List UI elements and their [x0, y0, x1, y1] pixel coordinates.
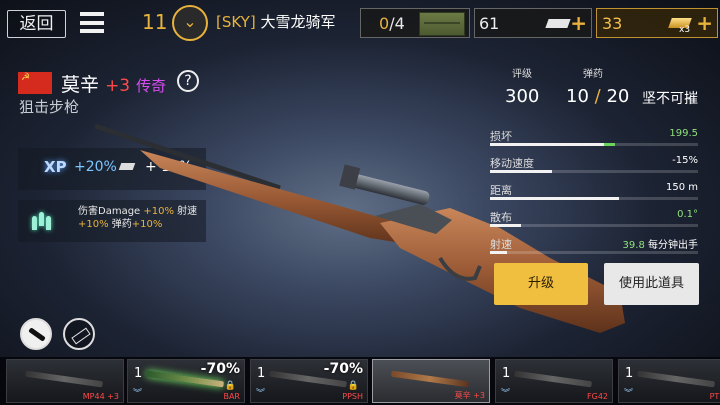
- rank-chevron-icon: ︾: [624, 389, 634, 399]
- weapon-card[interactable]: 莫辛 +3: [372, 359, 490, 403]
- durability-status: 坚不可摧: [642, 91, 698, 107]
- add-gold-icon[interactable]: +: [696, 11, 713, 35]
- player-nickname: 大雪龙骑军: [260, 13, 336, 31]
- stat-label: 射速: [490, 238, 512, 251]
- stat-label: 移动速度: [490, 157, 534, 170]
- gold-count: 33: [602, 14, 623, 33]
- lock-icon: 🔒: [224, 381, 236, 391]
- ammo-count: 61: [479, 14, 500, 33]
- ammo-label: 弹药: [583, 69, 603, 80]
- stat-value: 0.1°: [677, 209, 698, 220]
- rank-chevron-icon: ︾: [133, 389, 143, 399]
- back-button[interactable]: 返回: [7, 10, 66, 38]
- weapon-quantity: 1: [134, 366, 143, 381]
- weapon-name: 莫辛: [61, 74, 100, 96]
- weapon-card-name: BAR: [223, 392, 240, 401]
- stat-label: 距离: [490, 184, 512, 197]
- stat-value: 39.8 每分钟出手: [622, 240, 698, 251]
- menu-icon[interactable]: [80, 12, 104, 33]
- weapon-card-name: FG42: [587, 392, 608, 401]
- stat-bar-fill: [490, 251, 507, 254]
- weapon-upgrade-level: +3: [105, 76, 131, 96]
- ammo-max: 20: [606, 86, 630, 107]
- weapon-card-name: PTRD: [709, 392, 720, 401]
- discount-badge: -70%: [323, 361, 363, 377]
- player-level: 11: [142, 10, 168, 34]
- weapon-type: 狙击步枪: [19, 98, 80, 116]
- rank-chevron-icon: ︾: [256, 389, 266, 399]
- weapon-title: 莫辛 +3 传奇: [61, 70, 166, 97]
- stat-row: 散布 0.1°: [490, 209, 698, 239]
- weapon-thumbnail: [636, 370, 716, 388]
- stat-bar-fill: [490, 170, 553, 173]
- stat-label: 损坏: [490, 130, 512, 143]
- rank-chevron-icon: ︾: [501, 389, 511, 399]
- weapon-quantity: 1: [257, 366, 266, 381]
- weapon-card-name: PPSH: [342, 392, 363, 401]
- stat-bar: [490, 224, 698, 227]
- stat-bar-fill: [490, 197, 619, 200]
- weapon-thumbnail: [390, 370, 470, 388]
- stat-bar: [490, 143, 698, 146]
- ammo-icon: [545, 19, 571, 28]
- top-bar: 返回 11 ⌄ [SKY] 大雪龙骑军 0/4 61 + 33 x3 +: [0, 0, 720, 46]
- use-item-button[interactable]: 使用此道具: [604, 263, 699, 305]
- crates-owned: 0: [379, 14, 390, 33]
- stat-row: 移动速度 -15%: [490, 155, 698, 185]
- xp-icon: XP: [44, 158, 67, 176]
- chevron-down-icon[interactable]: ⌄: [172, 5, 208, 41]
- stat-bar-fill: [490, 224, 522, 227]
- stat-label: 散布: [490, 211, 512, 224]
- stat-row: 射速 39.8 每分钟出手: [490, 236, 698, 266]
- stat-bar: [490, 197, 698, 200]
- upgrade-button[interactable]: 升级: [494, 263, 588, 305]
- stat-value: -15%: [672, 155, 698, 166]
- soviet-flag-icon: [18, 72, 52, 94]
- rating-value: 300: [505, 86, 540, 107]
- help-button[interactable]: ?: [177, 70, 199, 92]
- weapon-card[interactable]: MP44 +3: [6, 359, 124, 403]
- weapon-card-name: MP44 +3: [82, 392, 119, 401]
- lock-icon: 🔒: [347, 381, 359, 391]
- ammo-current: 10: [566, 86, 589, 107]
- weapon-card[interactable]: 1 ︾ -70% 🔒 PPSH: [250, 359, 368, 403]
- ammo-value: 10 / 20: [566, 86, 630, 107]
- add-ammo-icon[interactable]: +: [570, 11, 587, 35]
- gold-multiplier: x3: [679, 25, 691, 35]
- clan-tag: [SKY]: [216, 13, 256, 31]
- crates-total: 4: [394, 14, 405, 33]
- ammo-attachment-icon[interactable]: [63, 318, 95, 350]
- weapon-selector: MP44 +3 1 ︾ -70% 🔒 BAR 1 ︾ -70% 🔒 PPSH 莫辛 +3 1 ︾ FG42 1…: [0, 357, 720, 405]
- weapon-thumbnail: [24, 370, 104, 388]
- weapon-card[interactable]: 1 ︾ PTRD: [618, 359, 720, 403]
- weapon-card-name: 莫辛 +3: [454, 391, 485, 400]
- discount-badge: -70%: [200, 361, 240, 377]
- scope-attachment-icon[interactable]: [20, 318, 52, 350]
- weapon-quantity: 1: [502, 366, 511, 381]
- player-name[interactable]: [SKY] 大雪龙骑军: [216, 11, 336, 32]
- ammo-counter[interactable]: 61 +: [474, 8, 592, 38]
- stat-bar: [490, 170, 698, 173]
- weapon-rarity: 传奇: [136, 77, 167, 95]
- stat-row: 距离 150 m: [490, 182, 698, 212]
- crate-icon: [419, 12, 465, 36]
- weapon-thumbnail: [513, 370, 593, 388]
- rating-label: 评级: [512, 69, 532, 80]
- stat-bar: [490, 251, 698, 254]
- weapon-card[interactable]: 1 ︾ -70% 🔒 BAR: [127, 359, 245, 403]
- stat-bar-fill: [490, 143, 605, 146]
- bullets-icon: [32, 210, 54, 234]
- weapon-card[interactable]: 1 ︾ FG42: [495, 359, 613, 403]
- stat-value: 150 m: [665, 182, 698, 193]
- weapon-quantity: 1: [625, 366, 634, 381]
- gold-counter[interactable]: 33 x3 +: [596, 8, 718, 38]
- stat-value: 199.5: [669, 128, 698, 139]
- crates-counter[interactable]: 0/4: [360, 8, 470, 38]
- stat-bar-upgrade: [604, 143, 615, 146]
- stat-row: 损坏 199.5: [490, 128, 698, 158]
